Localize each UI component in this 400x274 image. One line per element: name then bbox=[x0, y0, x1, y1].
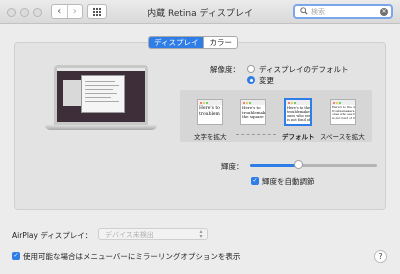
radio-display-default-label[interactable]: ディスプレイのデフォルト bbox=[259, 64, 348, 75]
scaled-option-default[interactable]: Here's to the troublemaker ones who see is … bbox=[284, 98, 312, 126]
radio-scaled[interactable] bbox=[247, 76, 255, 84]
airplay-device-value: デバイス未検出 bbox=[105, 231, 154, 239]
tab-bar: ディスプレイ カラー bbox=[148, 36, 238, 49]
system-preferences-window: ‹ › 内蔵 Retina ディスプレイ ✕ ディスプレイ カラー bbox=[0, 0, 400, 274]
search-field[interactable]: ✕ bbox=[293, 4, 393, 19]
scaled-option-larger-text[interactable]: Here's to troublem bbox=[197, 99, 223, 125]
larger-text-label: 文字を拡大 bbox=[194, 133, 227, 141]
radio-display-default[interactable] bbox=[247, 65, 255, 73]
scale-dashed-line bbox=[236, 134, 276, 135]
radio-scaled-label[interactable]: 変更 bbox=[259, 75, 274, 86]
auto-brightness-checkbox[interactable]: ✓ bbox=[251, 177, 259, 185]
mirroring-options-checkbox[interactable]: ✓ bbox=[12, 252, 20, 260]
mirroring-options-label[interactable]: 使用可能な場合はメニューバーにミラーリングオプションを表示 bbox=[23, 251, 240, 262]
tab-color[interactable]: カラー bbox=[203, 37, 237, 48]
brightness-slider-knob[interactable] bbox=[293, 160, 303, 169]
scaled-option-2[interactable]: Here's totroublemakerthe square bbox=[240, 99, 266, 125]
laptop-illustration bbox=[45, 65, 157, 135]
default-label: デフォルト bbox=[282, 133, 315, 141]
clear-search-icon[interactable]: ✕ bbox=[380, 7, 388, 16]
search-input[interactable] bbox=[311, 6, 373, 17]
title-bar: ‹ › 内蔵 Retina ディスプレイ ✕ bbox=[0, 0, 400, 24]
brightness-label: 輝度： bbox=[221, 162, 244, 171]
auto-brightness-label[interactable]: 輝度を自動調節 bbox=[262, 176, 315, 187]
airplay-label: AirPlay ディスプレイ： bbox=[12, 231, 93, 240]
brightness-slider[interactable] bbox=[250, 164, 377, 167]
search-icon bbox=[300, 7, 308, 15]
help-button[interactable]: ? bbox=[374, 250, 387, 263]
more-space-label: スペースを拡大 bbox=[320, 133, 365, 141]
tab-display[interactable]: ディスプレイ bbox=[149, 37, 204, 48]
airplay-device-select[interactable]: デバイス未検出 ▴ ▾ bbox=[98, 228, 208, 240]
up-down-arrows-icon: ▴ ▾ bbox=[199, 228, 203, 240]
scaled-option-more-space[interactable]: Here's to the crazytroublemakers. Theone… bbox=[330, 99, 356, 125]
resolution-label: 解像度： bbox=[210, 65, 240, 74]
